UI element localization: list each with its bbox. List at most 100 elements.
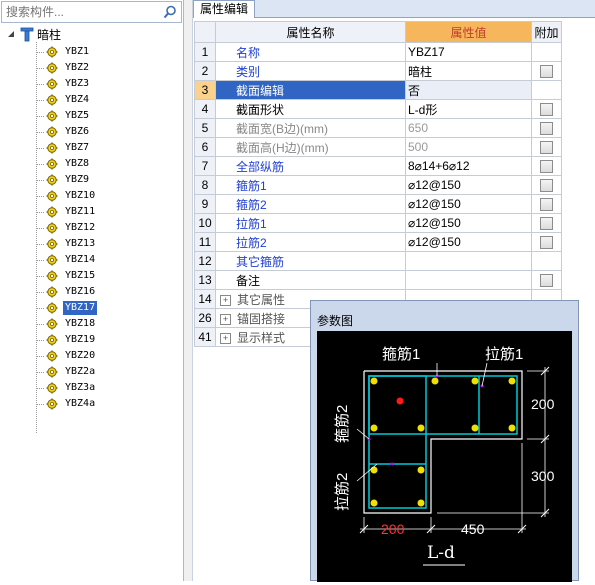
tree-item[interactable]: YBZ15: [36, 268, 97, 284]
row-number: 26: [194, 308, 216, 328]
collapse-arrow-icon[interactable]: [6, 29, 16, 39]
extra-checkbox[interactable]: [540, 160, 553, 174]
tree-branch-line: [36, 115, 44, 117]
property-value[interactable]: [405, 270, 532, 290]
extra-checkbox[interactable]: [540, 103, 553, 117]
tree-branch-line: [36, 67, 44, 69]
property-row[interactable]: 9 箍筋2 ⌀12@150: [194, 194, 562, 214]
property-row[interactable]: 13 备注: [194, 270, 562, 290]
label-tie2: 拉筋2: [334, 473, 351, 511]
extra-cell: [531, 61, 562, 81]
component-gear-icon: [46, 126, 58, 138]
property-value[interactable]: [405, 251, 532, 271]
extra-cell: [531, 80, 562, 100]
property-value[interactable]: ⌀12@150: [405, 232, 532, 252]
property-row[interactable]: 12 其它箍筋: [194, 251, 562, 271]
tree-item[interactable]: YBZ10: [36, 188, 97, 204]
property-value[interactable]: 否: [405, 80, 532, 100]
tree-item[interactable]: YBZ9: [36, 172, 91, 188]
tree-item[interactable]: YBZ12: [36, 220, 97, 236]
row-number: 9: [194, 194, 216, 214]
property-value[interactable]: ⌀12@150: [405, 213, 532, 233]
vertical-scrollbar[interactable]: [184, 0, 193, 581]
property-value[interactable]: 暗柱: [405, 61, 532, 81]
search-input[interactable]: [4, 3, 158, 21]
tree-branch-line: [36, 163, 44, 165]
property-row[interactable]: 1 名称 YBZ17: [194, 42, 562, 62]
tree-item-label: YBZ20: [65, 350, 96, 361]
tree-item[interactable]: YBZ5: [36, 108, 91, 124]
property-row[interactable]: 10 拉筋1 ⌀12@150: [194, 213, 562, 233]
tree-item-label: YBZ5: [65, 110, 90, 121]
tree-item[interactable]: YBZ4: [36, 92, 91, 108]
property-row[interactable]: 8 箍筋1 ⌀12@150: [194, 175, 562, 195]
property-value[interactable]: YBZ17: [405, 42, 532, 62]
longitudinal-bars: [370, 377, 516, 507]
tree-root-anzhu[interactable]: 暗柱: [6, 26, 61, 42]
tree-item[interactable]: YBZ14: [36, 252, 97, 268]
row-number: 7: [194, 156, 216, 176]
extra-checkbox[interactable]: [540, 179, 553, 193]
tree-item[interactable]: YBZ11: [36, 204, 97, 220]
extra-cell: [531, 194, 562, 214]
tree-item[interactable]: YBZ4a: [36, 396, 97, 412]
property-value[interactable]: ⌀12@150: [405, 175, 532, 195]
extra-checkbox[interactable]: [540, 274, 553, 288]
tree-item[interactable]: YBZ19: [36, 332, 97, 348]
component-gear-icon: [46, 158, 58, 170]
tree-item[interactable]: YBZ3a: [36, 380, 97, 396]
extra-checkbox[interactable]: [540, 217, 553, 231]
tab-property-edit[interactable]: 属性编辑: [193, 0, 256, 18]
tree-branch-line: [36, 51, 44, 53]
tree-item[interactable]: YBZ8: [36, 156, 91, 172]
extra-checkbox[interactable]: [540, 65, 553, 79]
tree-branch-line: [36, 291, 44, 293]
property-row[interactable]: 2 类别 暗柱: [194, 61, 562, 81]
extra-cell: [531, 251, 562, 271]
column-category-icon: [20, 27, 34, 41]
extra-checkbox[interactable]: [540, 141, 553, 155]
extra-checkbox[interactable]: [540, 236, 553, 250]
property-name: 截面形状: [215, 99, 406, 119]
tree-item[interactable]: YBZ16: [36, 284, 97, 300]
expand-plus-icon[interactable]: +: [220, 294, 231, 306]
tree-item[interactable]: YBZ18: [36, 316, 97, 332]
tree-item[interactable]: YBZ3: [36, 76, 91, 92]
property-value[interactable]: 8⌀14+6⌀12: [405, 156, 532, 176]
property-row[interactable]: 6 截面高(H边)(mm) 500: [194, 137, 562, 157]
component-gear-icon: [46, 78, 58, 90]
extra-cell: [531, 175, 562, 195]
tree-item-label: YBZ11: [65, 206, 96, 217]
extra-cell: [531, 99, 562, 119]
property-name: 拉筋2: [215, 232, 406, 252]
tree-item-label: YBZ19: [65, 334, 96, 345]
tree-item[interactable]: YBZ20: [36, 348, 97, 364]
component-gear-icon: [46, 206, 58, 218]
expand-plus-icon[interactable]: +: [220, 313, 231, 325]
property-row[interactable]: 11 拉筋2 ⌀12@150: [194, 232, 562, 252]
property-row[interactable]: 4 截面形状 L-d形: [194, 99, 562, 119]
row-number-header: [194, 21, 216, 43]
component-gear-icon: [46, 286, 58, 298]
search-icon[interactable]: [163, 5, 177, 19]
tree-item[interactable]: YBZ13: [36, 236, 97, 252]
property-row[interactable]: 7 全部纵筋 8⌀14+6⌀12: [194, 156, 562, 176]
property-row[interactable]: 3 截面编辑否: [194, 80, 562, 100]
extra-checkbox[interactable]: [540, 198, 553, 212]
property-value[interactable]: 500: [405, 137, 532, 157]
tree-item[interactable]: YBZ1: [36, 44, 91, 60]
property-value[interactable]: ⌀12@150: [405, 194, 532, 214]
tree-item[interactable]: YBZ6: [36, 124, 91, 140]
property-name: 箍筋2: [215, 194, 406, 214]
tree-item[interactable]: YBZ2: [36, 60, 91, 76]
expand-plus-icon[interactable]: +: [220, 332, 231, 344]
tree-item[interactable]: YBZ2a: [36, 364, 97, 380]
dialog-title: 参数图: [317, 314, 354, 328]
property-value[interactable]: 650: [405, 118, 532, 138]
tree-item[interactable]: YBZ7: [36, 140, 91, 156]
property-name: 截面宽(B边)(mm): [215, 118, 406, 138]
property-value[interactable]: L-d形: [405, 99, 532, 119]
tree-item[interactable]: YBZ17: [36, 300, 98, 316]
extra-checkbox[interactable]: [540, 122, 553, 136]
property-row[interactable]: 5 截面宽(B边)(mm) 650: [194, 118, 562, 138]
